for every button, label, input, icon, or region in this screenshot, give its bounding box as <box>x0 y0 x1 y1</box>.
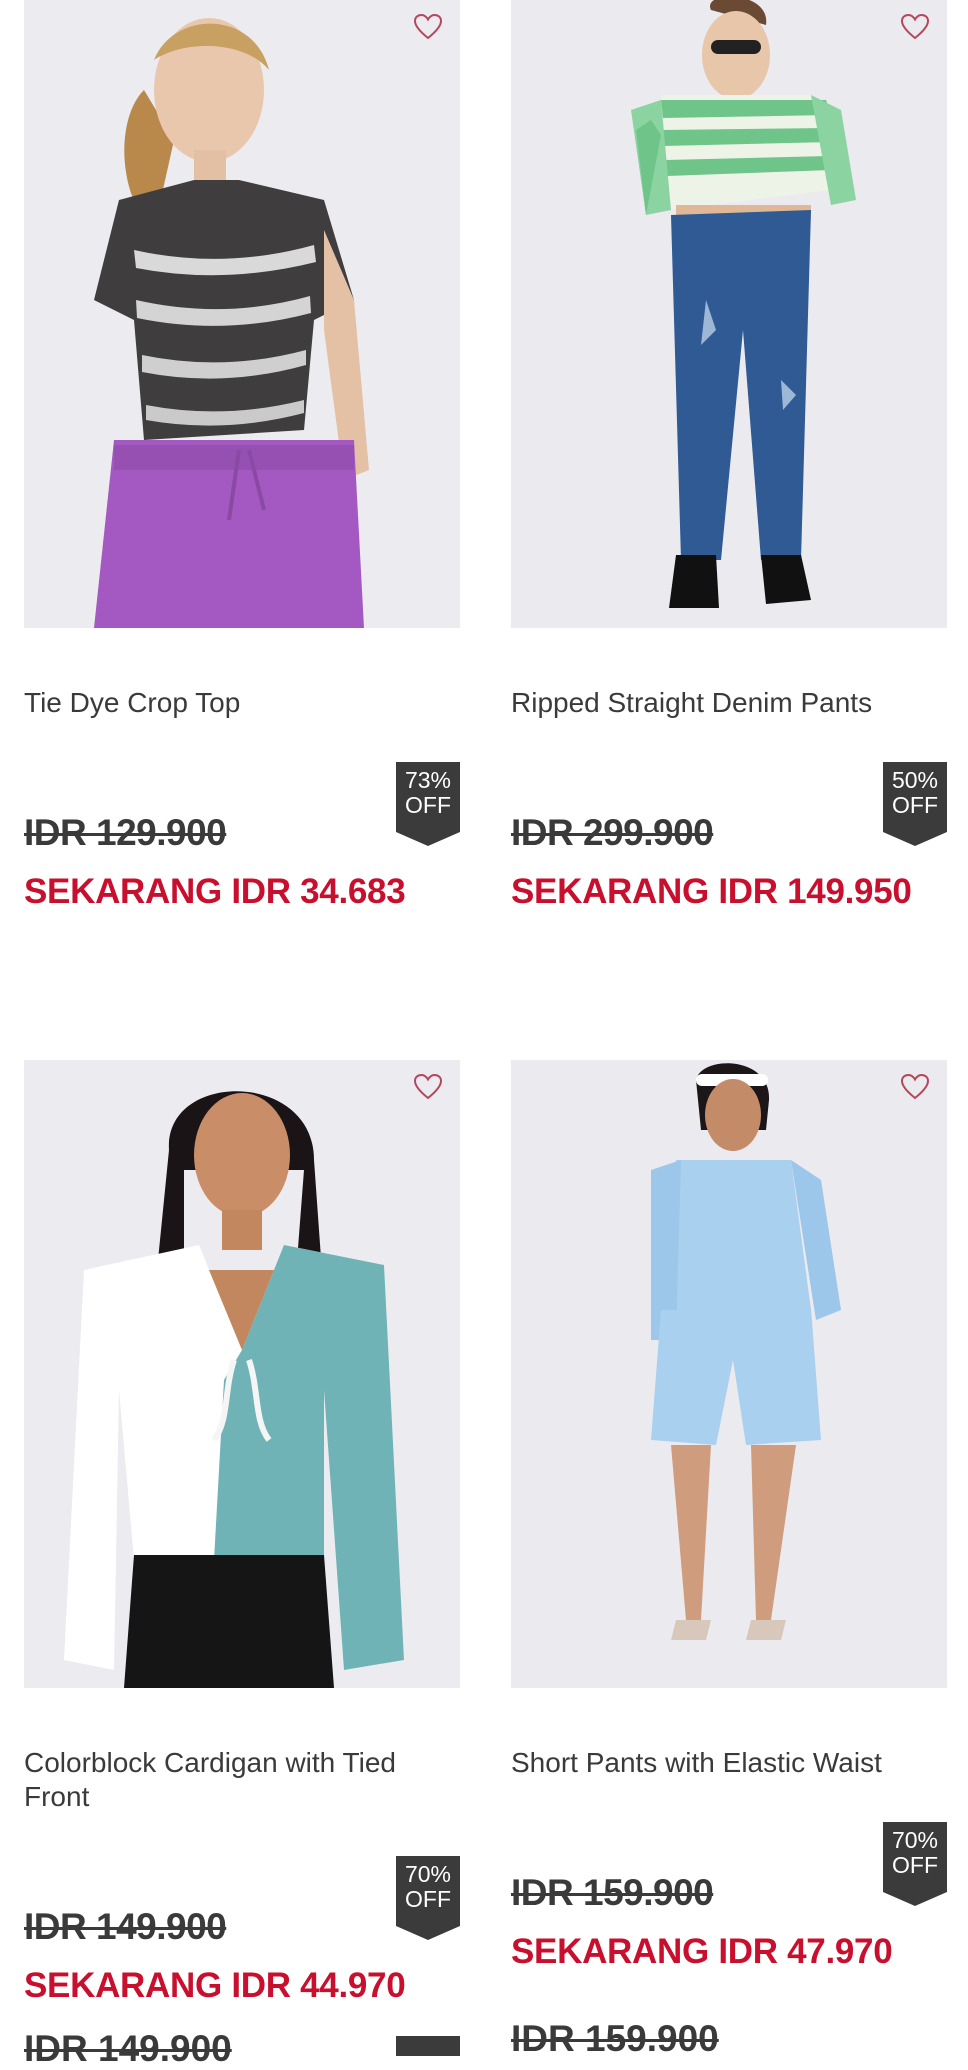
discount-suffix: OFF <box>892 792 938 818</box>
current-price: SEKARANG IDR 47.970 <box>511 1932 893 1971</box>
heart-outline-icon[interactable] <box>412 12 444 42</box>
product-title[interactable]: Tie Dye Crop Top <box>24 686 460 720</box>
discount-badge: 70% OFF <box>883 1822 947 1906</box>
current-price: SEKARANG IDR 34.683 <box>24 872 406 911</box>
original-price-cutoff: IDR 159.900 <box>511 2018 719 2059</box>
discount-percent: 73% <box>404 767 452 793</box>
product-title[interactable]: Colorblock Cardigan with Tied Front <box>24 1746 460 1814</box>
discount-suffix: OFF <box>405 1886 451 1912</box>
original-price-cutoff: IDR 149.900 <box>24 2028 232 2069</box>
product-image[interactable] <box>511 0 947 628</box>
discount-badge: 50% OFF <box>883 762 947 846</box>
product-title[interactable]: Ripped Straight Denim Pants <box>511 686 947 720</box>
original-price: IDR 159.900 <box>511 1872 714 1913</box>
discount-badge-cutoff <box>396 2036 460 2056</box>
discount-percent: 70% <box>404 1861 452 1887</box>
product-title[interactable]: Short Pants with Elastic Waist <box>511 1746 947 1780</box>
discount-percent: 50% <box>891 767 939 793</box>
discount-suffix: OFF <box>405 792 451 818</box>
original-price: IDR 149.900 <box>24 1906 227 1947</box>
product-image[interactable] <box>24 1060 460 1688</box>
current-price: SEKARANG IDR 149.950 <box>511 872 912 911</box>
discount-badge: 73% OFF <box>396 762 460 846</box>
original-price: IDR 299.900 <box>511 812 714 853</box>
heart-outline-icon[interactable] <box>899 1072 931 1102</box>
discount-badge: 70% OFF <box>396 1856 460 1940</box>
current-price: SEKARANG IDR 44.970 <box>24 1966 406 2005</box>
discount-percent: 70% <box>891 1827 939 1853</box>
original-price: IDR 129.900 <box>24 812 227 853</box>
heart-outline-icon[interactable] <box>412 1072 444 1102</box>
product-image[interactable] <box>511 1060 947 1688</box>
product-image[interactable] <box>24 0 460 628</box>
discount-suffix: OFF <box>892 1852 938 1878</box>
heart-outline-icon[interactable] <box>899 12 931 42</box>
